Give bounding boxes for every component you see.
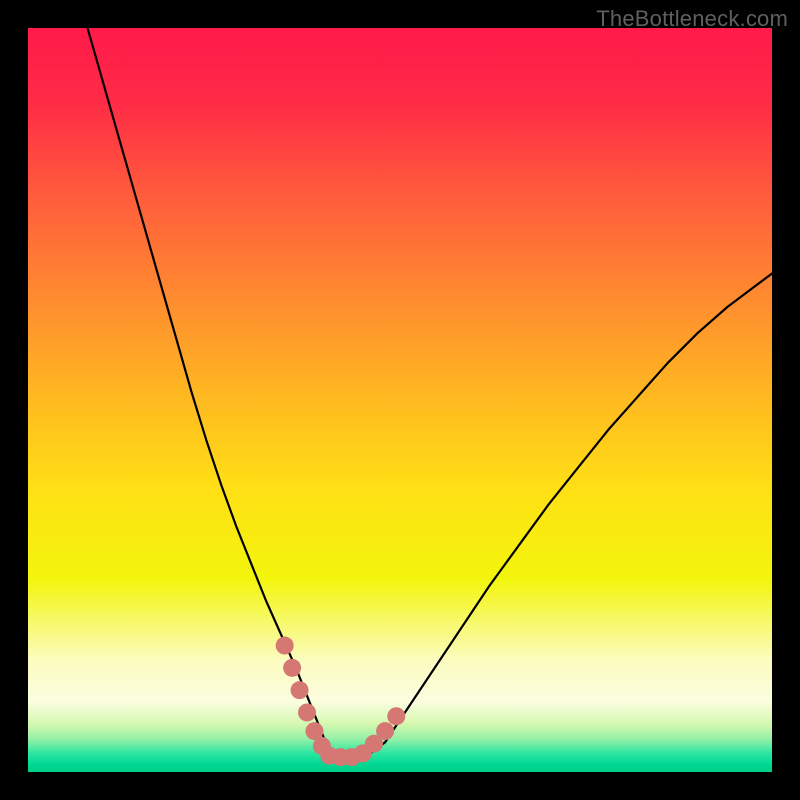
marker-dot	[276, 637, 294, 655]
outer-frame: TheBottleneck.com	[0, 0, 800, 800]
marker-dot	[291, 681, 309, 699]
marker-dot	[283, 659, 301, 677]
chart-svg	[28, 28, 772, 772]
plot-area	[28, 28, 772, 772]
marker-dot	[376, 722, 394, 740]
gradient-background	[28, 28, 772, 772]
marker-dot	[298, 703, 316, 721]
marker-dot	[387, 707, 405, 725]
